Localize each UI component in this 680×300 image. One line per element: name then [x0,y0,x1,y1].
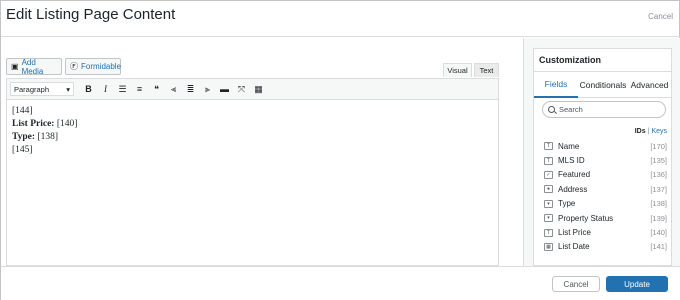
content-line: [144] [12,106,33,116]
content-label: Type: [12,132,36,142]
panel-title: Customization [539,55,601,65]
field-list-item[interactable]: T Name [170] [534,139,671,153]
toolbar-toggle-icon[interactable]: ▦ [250,81,267,97]
fullscreen-icon[interactable]: ⤧ [233,81,250,97]
modal-header: Edit Listing Page Content Cancel [1,1,680,37]
field-list-item[interactable]: ▾ Type [138] [534,197,671,211]
field-list-item[interactable]: T List Price [140] [534,225,671,239]
formidable-icon: Ⓕ [70,62,78,71]
formidable-button[interactable]: Ⓕ Formidable [65,58,121,75]
text-field-icon: T [544,156,553,165]
content-label: List Price: [12,119,55,129]
field-name: Featured [558,170,591,180]
field-list: T Name [170] T MLS ID [135] ✓ Featured [136] ● Add… [534,139,671,254]
field-id: [140] [650,228,667,238]
search-icon [548,106,555,113]
editor-toolbar: Paragraph ▾ B I ☰ ≡ ❝ ⫷ ≣ ⫸ ▬ ⤧ ▦ [6,78,499,100]
location-pin-icon: ● [544,185,553,194]
format-select[interactable]: Paragraph ▾ [10,82,74,96]
editor-area: ▣ Add Media Ⓕ Formidable Visual Text Par… [1,38,523,266]
add-media-button[interactable]: ▣ Add Media [6,57,62,76]
tab-fields[interactable]: Fields [534,72,578,98]
tab-advanced[interactable]: Advanced [628,72,671,98]
field-id: [170] [650,141,667,151]
modal-title: Edit Listing Page Content [6,6,176,23]
dropdown-field-icon: ▾ [544,199,553,208]
update-button[interactable]: Update [606,276,668,292]
field-list-item[interactable]: ● Address [137] [534,182,671,196]
tab-conditionals[interactable]: Conditionals [578,72,628,98]
field-id: [141] [650,242,667,252]
content-value: [140] [54,119,78,129]
editor-content[interactable]: [144] List Price: [140] Type: [138] [145… [6,100,499,266]
content-value: [138] [35,132,58,142]
align-right-icon[interactable]: ⫸ [199,81,216,97]
horizontal-rule-icon[interactable]: ▬ [216,81,233,97]
align-left-icon[interactable]: ⫷ [165,81,182,97]
field-list-item[interactable]: ▦ List Date [141] [534,240,671,254]
field-id: [137] [650,184,667,194]
toggle-separator: | [647,128,650,135]
media-icon: ▣ [11,62,19,71]
numbered-list-icon[interactable]: ≡ [131,81,148,97]
search-input[interactable]: Search [542,101,666,118]
id-key-toggle: IDs | Keys [635,128,667,135]
field-list-item[interactable]: ▾ Property Status [139] [534,211,671,225]
checkbox-field-icon: ✓ [544,170,553,179]
field-name: List Price [558,228,591,238]
chevron-down-icon: ▾ [66,84,70,94]
field-list-item[interactable]: ✓ Featured [136] [534,168,671,182]
blockquote-icon[interactable]: ❝ [148,81,165,97]
tab-visual[interactable]: Visual [443,63,472,77]
modal-window: Edit Listing Page Content Cancel ▣ Add M… [0,0,680,300]
search-placeholder: Search [559,105,583,114]
panel-tabs: Fields Conditionals Advanced [534,71,671,98]
content-line: [145] [12,145,33,155]
field-list-item[interactable]: T MLS ID [135] [534,153,671,167]
calendar-icon: ▦ [544,242,553,251]
dropdown-field-icon: ▾ [544,214,553,223]
field-name: Property Status [558,213,614,223]
modal-footer: Cancel Update [1,266,680,300]
italic-icon[interactable]: I [97,81,114,97]
field-name: Type [558,199,576,209]
content-line: List Price: [140] [12,118,493,131]
field-name: List Date [558,242,590,252]
cancel-button[interactable]: Cancel [552,276,600,292]
format-select-value: Paragraph [14,84,50,94]
cancel-link-top[interactable]: Cancel [648,12,673,21]
customization-panel: Customization Fields Conditionals Advanc… [533,48,672,266]
keys-toggle[interactable]: Keys [651,128,667,135]
customization-sidebar: Customization Fields Conditionals Advanc… [523,38,680,266]
field-id: [139] [650,213,667,223]
field-name: Address [558,184,588,194]
content-line: Type: [138] [12,131,493,144]
bold-icon[interactable]: B [80,81,97,97]
text-field-icon: T [544,228,553,237]
field-name: MLS ID [558,156,585,166]
formidable-label: Formidable [81,62,122,71]
field-id: [138] [650,199,667,209]
add-media-label: Add Media [21,57,44,76]
text-field-icon: T [544,142,553,151]
bullet-list-icon[interactable]: ☰ [114,81,131,97]
field-id: [136] [650,170,667,180]
ids-toggle[interactable]: IDs [635,128,646,135]
tab-text[interactable]: Text [474,63,499,77]
align-center-icon[interactable]: ≣ [182,81,199,97]
field-id: [135] [650,156,667,166]
field-name: Name [558,141,580,151]
